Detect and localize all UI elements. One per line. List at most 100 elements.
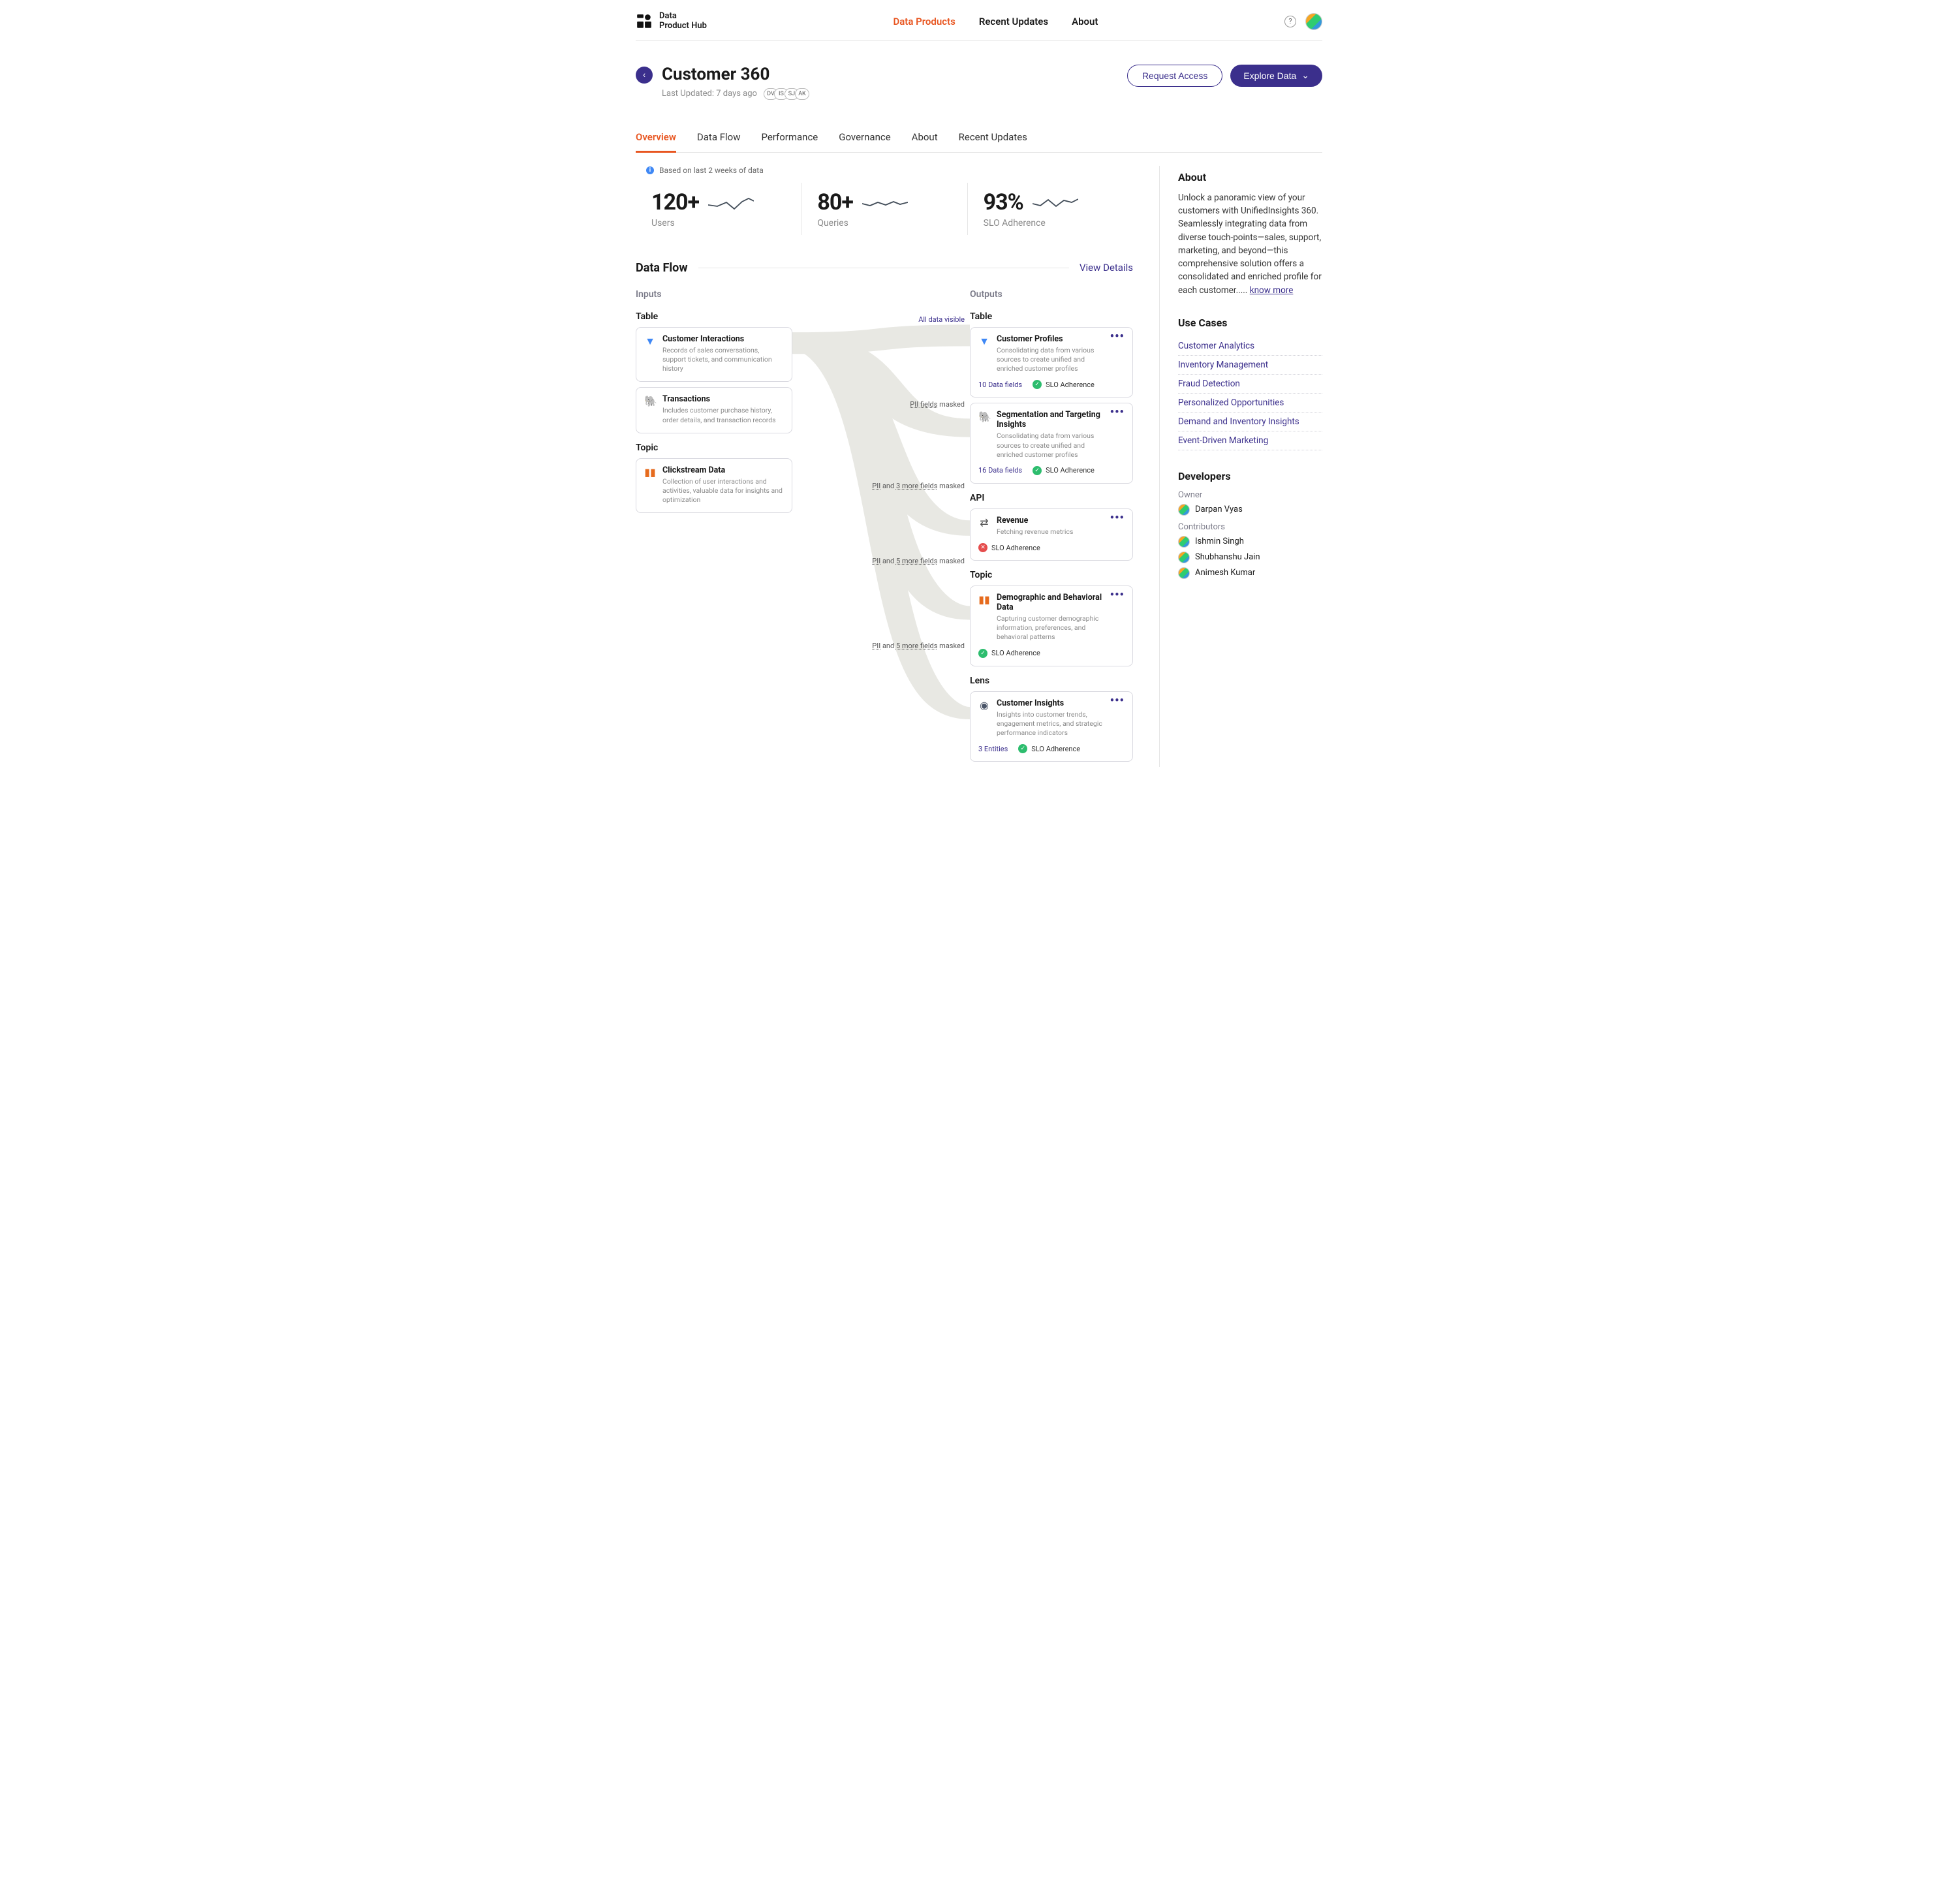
use-cases-heading: Use Cases	[1178, 317, 1322, 329]
output-icon: ▼	[978, 335, 990, 348]
slo-badge: ✓SLO Adherence	[978, 649, 1040, 658]
tab-about[interactable]: About	[912, 125, 938, 153]
card-desc: Insights into customer trends, engagemen…	[997, 710, 1104, 738]
source-icon: ▮▮	[644, 466, 656, 478]
owner-row: Darpan Vyas	[1178, 504, 1322, 516]
chevron-down-icon: ⌄	[1301, 70, 1309, 81]
nav-link-recent-updates[interactable]: Recent Updates	[979, 16, 1048, 27]
card-title: Segmentation and Targeting Insights	[997, 410, 1104, 429]
card-title: Transactions	[662, 394, 784, 404]
tab-data-flow[interactable]: Data Flow	[697, 125, 741, 153]
slo-ok-icon: ✓	[1033, 380, 1042, 389]
explore-data-button[interactable]: Explore Data⌄	[1230, 65, 1322, 87]
avatar-icon	[1178, 552, 1190, 563]
page-title: Customer 360	[662, 65, 809, 84]
card-menu-icon[interactable]: •••	[1110, 410, 1125, 415]
brand[interactable]: DataProduct Hub	[636, 12, 707, 31]
input-card[interactable]: ▮▮Clickstream DataCollection of user int…	[636, 458, 792, 514]
card-menu-icon[interactable]: •••	[1110, 698, 1125, 704]
avatar-icon	[1178, 536, 1190, 548]
output-card[interactable]: 🐘Segmentation and Targeting InsightsCons…	[970, 403, 1133, 484]
output-icon: ⇄	[978, 516, 990, 529]
output-group-heading: API	[970, 493, 1133, 503]
use-case-link[interactable]: Demand and Inventory Insights	[1178, 413, 1322, 431]
source-icon: 🐘	[644, 395, 656, 407]
output-card[interactable]: ◉ Customer Insights Insights into customer…	[970, 691, 1133, 762]
output-card[interactable]: ⇄RevenueFetching revenue metrics•••✕SLO …	[970, 508, 1133, 561]
avatar-icon	[1178, 567, 1190, 579]
stat-queries: 80+ Queries	[801, 183, 967, 235]
contributor-row: Animesh Kumar	[1178, 567, 1322, 579]
output-card[interactable]: ▮▮Demographic and Behavioral DataCapturi…	[970, 585, 1133, 666]
card-title: Revenue	[997, 516, 1104, 525]
spark-users-icon	[708, 195, 754, 210]
help-icon[interactable]: ?	[1284, 16, 1296, 27]
data-fields-link[interactable]: 16 Data fields	[978, 466, 1022, 475]
request-access-button[interactable]: Request Access	[1127, 65, 1222, 87]
slo-ok-icon: ✓	[1033, 466, 1042, 475]
slo-badge: ✓SLO Adherence	[1033, 380, 1095, 389]
dataflow-title: Data Flow	[636, 261, 688, 275]
tab-overview[interactable]: Overview	[636, 125, 676, 153]
stat-slo: 93% SLO Adherence	[967, 183, 1133, 235]
card-title: Customer Insights	[997, 698, 1104, 708]
card-desc: Consolidating data from various sources …	[997, 346, 1104, 374]
contributors-subheading: Contributors	[1178, 522, 1322, 532]
contributor-name: Animesh Kumar	[1195, 568, 1255, 578]
dataflow-heading: Data Flow View Details	[636, 261, 1133, 275]
data-fields-link[interactable]: 3 Entities	[978, 745, 1008, 753]
card-desc: Includes customer purchase history, orde…	[662, 406, 784, 424]
nav-link-data-products[interactable]: Data Products	[893, 16, 955, 27]
data-fields-link[interactable]: 10 Data fields	[978, 381, 1022, 389]
stat-queries-label: Queries	[817, 218, 951, 228]
use-case-link[interactable]: Inventory Management	[1178, 356, 1322, 375]
spark-queries-icon	[862, 195, 908, 210]
card-desc: Capturing customer demographic informati…	[997, 614, 1104, 642]
page-header: ‹ Customer 360 Last Updated: 7 days ago …	[636, 41, 1322, 106]
back-button[interactable]: ‹	[636, 67, 653, 84]
slo-ok-icon: ✓	[1018, 744, 1027, 753]
last-updated-text: Last Updated: 7 days ago	[662, 89, 757, 99]
output-icon: ◉	[978, 699, 990, 711]
nav-links: Data Products Recent Updates About	[893, 16, 1098, 27]
slo-fail-icon: ✕	[978, 543, 987, 552]
stat-queries-value: 80+	[817, 189, 853, 215]
developers-section: Developers Owner Darpan Vyas Contributor…	[1178, 470, 1322, 579]
info-icon: i	[646, 166, 654, 174]
about-text: Unlock a panoramic view of your customer…	[1178, 191, 1322, 297]
user-avatar[interactable]	[1305, 13, 1322, 30]
stat-slo-value: 93%	[984, 189, 1023, 215]
tab-governance[interactable]: Governance	[839, 125, 890, 153]
inputs-heading: Inputs	[636, 289, 792, 300]
card-menu-icon[interactable]: •••	[1110, 516, 1125, 521]
owner-name: Darpan Vyas	[1195, 505, 1243, 514]
output-card[interactable]: ▼Customer ProfilesConsolidating data fro…	[970, 327, 1133, 398]
brand-logo-icon	[636, 13, 653, 30]
card-menu-icon[interactable]: •••	[1110, 334, 1125, 339]
stat-users-value: 120+	[651, 189, 699, 215]
contributor-name: Ishmin Singh	[1195, 537, 1244, 546]
card-menu-icon[interactable]: •••	[1110, 593, 1125, 598]
output-icon: ▮▮	[978, 593, 990, 606]
tab-performance[interactable]: Performance	[761, 125, 818, 153]
slo-ok-icon: ✓	[978, 649, 987, 658]
output-group-heading: Lens	[970, 676, 1133, 686]
source-icon: ▼	[644, 335, 656, 348]
use-case-link[interactable]: Fraud Detection	[1178, 375, 1322, 394]
view-details-link[interactable]: View Details	[1080, 262, 1133, 273]
stat-slo-label: SLO Adherence	[984, 218, 1117, 228]
nav-link-about[interactable]: About	[1072, 16, 1098, 27]
slo-badge: ✓SLO Adherence	[1018, 744, 1080, 753]
tab-recent-updates[interactable]: Recent Updates	[959, 125, 1027, 153]
know-more-link[interactable]: know more	[1250, 285, 1294, 296]
use-case-link[interactable]: Personalized Opportunities	[1178, 394, 1322, 413]
card-desc: Records of sales conversations, support …	[662, 346, 784, 374]
use-case-link[interactable]: Customer Analytics	[1178, 337, 1322, 356]
avatar-icon	[1178, 504, 1190, 516]
input-card[interactable]: ▼Customer InteractionsRecords of sales c…	[636, 327, 792, 382]
input-card[interactable]: 🐘 Transactions Includes customer purchase …	[636, 387, 792, 433]
stats-row: 120+ Users 80+ Queries 93%	[636, 183, 1133, 235]
use-case-link[interactable]: Event-Driven Marketing	[1178, 431, 1322, 450]
owner-subheading: Owner	[1178, 490, 1322, 500]
stats-note: i Based on last 2 weeks of data	[636, 166, 1133, 175]
